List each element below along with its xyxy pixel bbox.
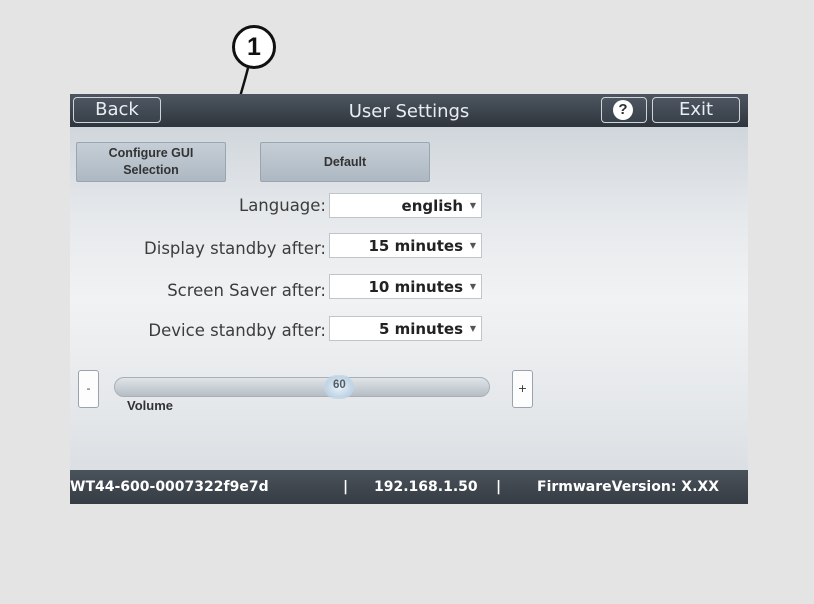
exit-button[interactable]: Exit [652,97,740,123]
device-standby-select[interactable]: 5 minutes ▼ [329,316,482,341]
language-value: english [401,197,463,215]
dropdown-arrow-icon: ▼ [469,324,476,333]
default-button[interactable]: Default [260,142,430,182]
device-id: WT44-600-0007322f9e7d [70,479,269,495]
dropdown-arrow-icon: ▼ [469,282,476,291]
display-standby-value: 15 minutes [368,237,464,255]
dropdown-arrow-icon: ▼ [469,201,476,210]
screen-saver-select[interactable]: 10 minutes ▼ [329,274,482,299]
configure-gui-selection-button[interactable]: Configure GUI Selection [76,142,226,182]
status-separator: | [343,479,349,495]
device-standby-label: Device standby after: [148,321,326,340]
language-select[interactable]: english ▼ [329,193,482,218]
configure-gui-label-line1: Configure GUI [108,146,194,160]
callout-number: 1 [232,25,276,69]
device-screen: User Settings Back ? Exit Configure GUI S… [70,94,748,504]
screen-saver-value: 10 minutes [368,278,464,296]
header-bar: User Settings Back ? Exit [70,94,748,127]
ip-address: 192.168.1.50 [374,479,478,495]
volume-increase-button[interactable]: + [512,370,533,408]
volume-slider[interactable]: 60 [114,375,490,399]
status-separator: | [496,479,502,495]
dropdown-arrow-icon: ▼ [469,241,476,250]
language-label: Language: [239,196,326,215]
help-button[interactable]: ? [601,97,647,123]
screen-saver-label: Screen Saver after: [167,281,326,300]
question-mark-icon: ? [613,100,633,120]
device-standby-value: 5 minutes [378,320,463,338]
volume-label: Volume [127,398,173,413]
configure-gui-label-line2: Selection [123,163,179,177]
firmware-version: FirmwareVersion: X.XX [537,479,719,495]
display-standby-select[interactable]: 15 minutes ▼ [329,233,482,258]
volume-decrease-button[interactable]: - [78,370,99,408]
back-button[interactable]: Back [73,97,161,123]
status-bar: WT44-600-0007322f9e7d | 192.168.1.50 | F… [70,470,748,504]
volume-slider-thumb[interactable]: 60 [324,375,355,399]
display-standby-label: Display standby after: [144,239,326,258]
